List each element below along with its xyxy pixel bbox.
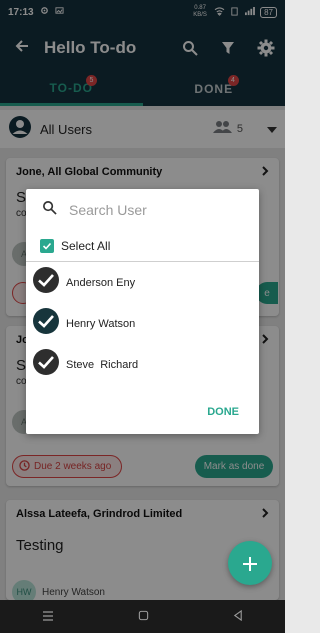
plus-icon — [242, 548, 258, 579]
user-item[interactable]: Henry Watson — [26, 303, 259, 344]
user-item-label: Henry Watson — [66, 317, 136, 330]
check-circle-icon[interactable] — [32, 348, 60, 381]
select-all-label: Select All — [61, 239, 111, 253]
done-button[interactable]: DONE — [207, 406, 239, 418]
user-item[interactable]: Anderson Eny — [26, 262, 259, 303]
user-item-label: Steve Richard — [66, 358, 139, 371]
check-circle-icon[interactable] — [32, 266, 60, 299]
select-user-dialog: Search User Select All Anderson Eny Henr… — [26, 189, 259, 434]
check-circle-icon[interactable] — [32, 307, 60, 340]
search-user-row[interactable]: Search User — [26, 189, 259, 231]
search-user-input[interactable]: Search User — [69, 202, 147, 218]
back-icon[interactable] — [233, 608, 243, 626]
user-item[interactable]: Steve Richard — [26, 344, 259, 385]
select-all-checkbox[interactable] — [40, 239, 54, 253]
user-item-label: Anderson Eny — [66, 276, 136, 289]
home-icon[interactable] — [138, 608, 149, 626]
add-todo-button[interactable] — [228, 541, 272, 585]
system-nav-bar — [0, 600, 285, 633]
menu-icon[interactable] — [42, 608, 54, 626]
search-icon — [42, 200, 57, 220]
select-all-row[interactable]: Select All — [26, 231, 259, 261]
